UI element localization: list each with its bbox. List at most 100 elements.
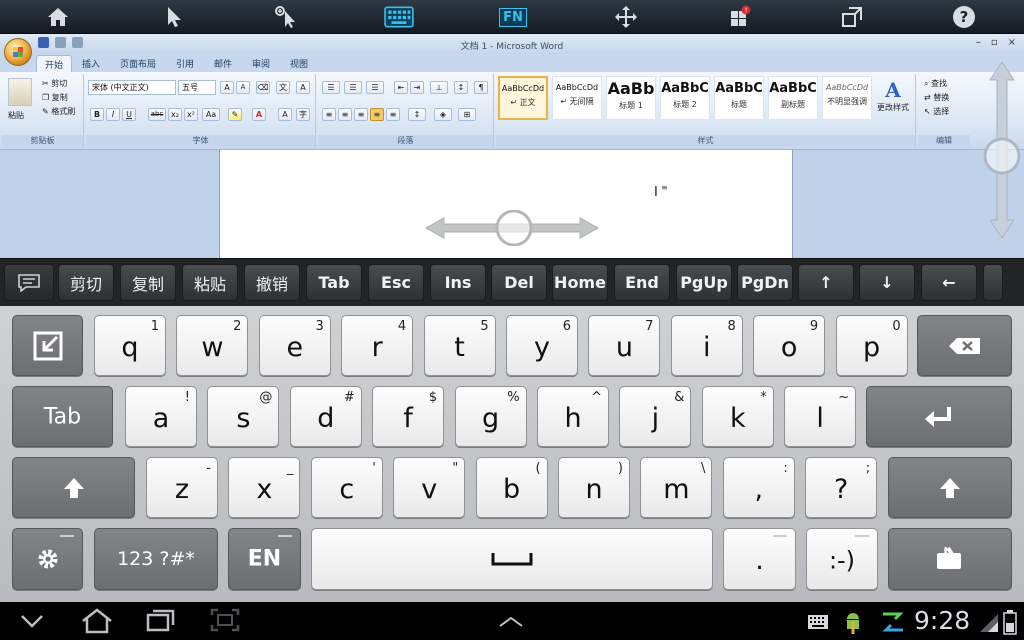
copy-button[interactable]: ❐ 复制: [42, 92, 68, 103]
tab-mailings[interactable]: 邮件: [214, 57, 232, 70]
shortcut-home[interactable]: Home: [552, 264, 608, 301]
shortcut-esc[interactable]: Esc: [368, 264, 424, 301]
screenshot-icon[interactable]: [210, 608, 240, 632]
multilevel-list-icon[interactable]: ☰: [366, 81, 384, 94]
tab-home[interactable]: 开始: [36, 55, 73, 72]
show-marks-icon[interactable]: ¶: [474, 81, 488, 94]
subscript-button[interactable]: x₂: [168, 108, 182, 121]
shortcut-pgdn[interactable]: PgDn: [737, 264, 793, 301]
key-?[interactable]: ?;: [805, 457, 878, 518]
borders-icon[interactable]: ⊞: [458, 108, 476, 121]
key-c[interactable]: c ': [310, 457, 383, 518]
space-key[interactable]: [311, 528, 713, 590]
char-border-button[interactable]: A: [296, 81, 310, 94]
key-i[interactable]: i8: [670, 315, 743, 376]
backspace-key[interactable]: [917, 315, 1012, 376]
font-name-select[interactable]: 宋体 (中文正文): [88, 80, 176, 95]
key-r[interactable]: r4: [341, 315, 414, 376]
key-j[interactable]: j &: [619, 386, 692, 447]
key-k[interactable]: k *: [701, 386, 774, 447]
increase-indent-icon[interactable]: ⇥: [410, 81, 424, 94]
emoticon-key[interactable]: :-): [806, 528, 878, 590]
superscript-button[interactable]: x²: [184, 108, 198, 121]
distributed-icon[interactable]: ≡: [386, 108, 400, 121]
key-u[interactable]: u7: [588, 315, 661, 376]
shrink-font-button[interactable]: A: [236, 81, 250, 94]
zoom-pointer-icon[interactable]: [268, 3, 304, 31]
back-icon[interactable]: [20, 614, 44, 628]
numbering-icon[interactable]: ☰: [344, 81, 362, 94]
font-size-select[interactable]: 五号: [178, 80, 216, 95]
italic-button[interactable]: I: [106, 108, 120, 121]
expand-up-icon[interactable]: [498, 616, 524, 628]
grow-font-button[interactable]: A: [220, 81, 234, 94]
justify-icon[interactable]: ≡: [370, 108, 384, 121]
shortcut-pgup[interactable]: PgUp: [676, 264, 732, 301]
char-shading-button[interactable]: A: [278, 108, 292, 121]
style-title[interactable]: AaBbC 标题: [714, 76, 764, 120]
restore-icon[interactable]: ▫: [991, 37, 998, 48]
bullets-icon[interactable]: ☰: [322, 81, 340, 94]
phonetic-button[interactable]: 文: [276, 81, 290, 94]
shortcut-tab[interactable]: Tab: [306, 264, 362, 301]
format-painter-button[interactable]: ✎ 格式刷: [42, 106, 75, 117]
shortcut-menu-button[interactable]: [4, 264, 54, 301]
line-spacing-icon[interactable]: ↕: [408, 108, 426, 121]
fn-icon[interactable]: FN: [495, 3, 531, 31]
key-v[interactable]: v ": [393, 457, 466, 518]
key-b[interactable]: b(: [475, 457, 548, 518]
recent-apps-icon[interactable]: [146, 608, 176, 632]
replace-button[interactable]: ⇄ 替换: [924, 92, 949, 103]
decrease-indent-icon[interactable]: ⇤: [394, 81, 408, 94]
enclose-char-button[interactable]: 字: [296, 108, 310, 121]
tab-key[interactable]: Tab: [12, 386, 113, 447]
style-subtitle[interactable]: AaBbC 副标题: [768, 76, 818, 120]
hide-keyboard-key[interactable]: [12, 315, 83, 376]
key-n[interactable]: n): [558, 457, 630, 518]
align-right-icon[interactable]: ≡: [354, 108, 368, 121]
minimize-icon[interactable]: –: [976, 37, 981, 48]
key-z[interactable]: z-: [146, 457, 218, 518]
key-l[interactable]: l ~: [784, 386, 857, 447]
tab-review[interactable]: 审阅: [252, 57, 270, 70]
cut-button[interactable]: ✂ 剪切: [42, 78, 67, 89]
home-nav-icon[interactable]: [80, 608, 114, 634]
tab-insert[interactable]: 插入: [82, 57, 100, 70]
style-normal[interactable]: AaBbCcDd ↵ 正文: [498, 76, 548, 120]
bold-button[interactable]: B: [90, 108, 104, 121]
help-icon[interactable]: ?: [946, 3, 982, 31]
key-y[interactable]: y6: [506, 315, 578, 376]
align-center-icon[interactable]: ≡: [338, 108, 352, 121]
settings-key[interactable]: [12, 528, 83, 590]
select-button[interactable]: ↖ 选择: [924, 106, 949, 117]
key-m[interactable]: m \: [640, 457, 713, 518]
shift-right-key[interactable]: [888, 457, 1012, 518]
pointer-icon[interactable]: [156, 3, 192, 31]
shortcut-cut[interactable]: 剪切: [58, 264, 114, 301]
sort-icon[interactable]: ↕: [454, 81, 468, 94]
enter-key[interactable]: [866, 386, 1012, 447]
language-key[interactable]: EN: [228, 528, 301, 590]
highlight-icon[interactable]: ✎: [228, 108, 242, 121]
align-left-icon[interactable]: ≡: [322, 108, 336, 121]
style-heading-1[interactable]: AaBb 标题 1: [606, 76, 656, 120]
clipboard-key[interactable]: [888, 528, 1012, 590]
shortcut-end[interactable]: End: [614, 264, 670, 301]
home-icon[interactable]: [40, 3, 76, 31]
paste-label[interactable]: 粘贴: [8, 110, 24, 121]
shortcut-del[interactable]: Del: [491, 264, 547, 301]
style-subtle-emphasis[interactable]: AaBbCcDd 不明显强调: [822, 76, 872, 120]
symbols-key[interactable]: 123 ?#*: [94, 528, 218, 590]
chinese-layout-icon[interactable]: ⟂: [430, 81, 448, 94]
keyboard-icon[interactable]: [381, 3, 417, 31]
monitor-icon[interactable]: [834, 3, 870, 31]
shortcut-more[interactable]: [983, 264, 1003, 301]
windows-icon[interactable]: !: [722, 3, 758, 31]
shortcut-undo[interactable]: 撤销: [244, 264, 300, 301]
key-s[interactable]: s @: [207, 386, 280, 447]
key-,[interactable]: ,:: [722, 457, 795, 518]
font-color-icon[interactable]: A: [252, 108, 266, 121]
horizontal-scroll-overlay[interactable]: [424, 210, 600, 246]
change-case-button[interactable]: Aa: [202, 108, 220, 121]
tab-references[interactable]: 引用: [176, 57, 194, 70]
